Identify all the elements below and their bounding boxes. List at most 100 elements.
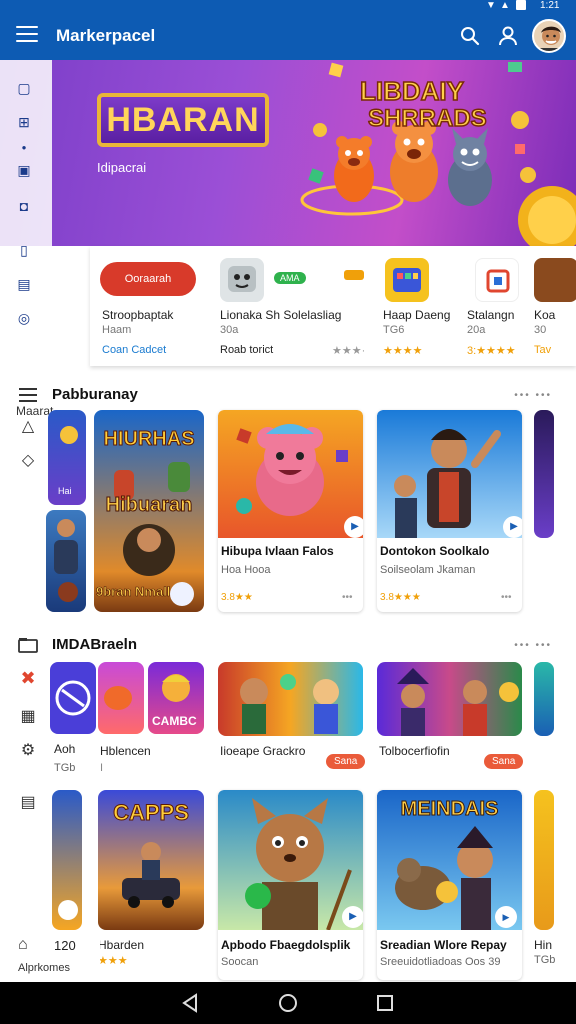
install-button[interactable]: Sana [484, 754, 524, 769]
featured-card[interactable]: AMA Lionaka Sh Solelasliag 30a Roab tori… [220, 246, 370, 366]
item-title: Hbarden [98, 938, 145, 952]
account-icon[interactable] [496, 24, 520, 48]
rail-count: 120 [54, 938, 76, 953]
rail-bottom-label[interactable]: Alprkomes [18, 962, 70, 974]
featured-meta: Tav [534, 344, 552, 356]
rail-apps-icon[interactable]: ⊞ [14, 112, 34, 132]
featured-rating: 3:★★★★ [467, 345, 516, 357]
featured-card[interactable]: Stalangn 20a 3:★★★★ [467, 246, 537, 366]
game-tile[interactable] [52, 790, 82, 930]
rail-settings-icon[interactable]: ◎ [14, 308, 34, 328]
featured-card[interactable]: Haap Daeng TG6 ★★★★ [383, 246, 459, 366]
game-tile[interactable] [534, 662, 554, 736]
list-icon[interactable] [18, 386, 38, 404]
game-tile[interactable] [50, 662, 96, 734]
svg-text:SHRRADS: SHRRADS [368, 105, 487, 132]
document-icon[interactable]: ▤ [18, 792, 38, 812]
menu-icon[interactable] [16, 26, 38, 44]
card-subtitle: Soocan [221, 956, 259, 968]
game-poster[interactable]: CAPPS [98, 790, 204, 930]
tile-label: Hai [58, 486, 72, 496]
featured-title: Haap Daeng [383, 308, 451, 322]
banner-logo: HBARAN [97, 93, 269, 147]
featured-sub: 30a [220, 324, 239, 336]
game-tile[interactable] [534, 410, 554, 538]
item-mark: I [100, 762, 104, 774]
game-card[interactable]: ▶ Dontokon Soolkalo Soilseolam Jkaman 3.… [377, 410, 522, 612]
play-icon[interactable]: ▶ [503, 516, 522, 538]
section-header: IMDABraeln ••• ••• [0, 630, 576, 660]
game-tile[interactable]: Hai [48, 410, 86, 505]
tools-icon[interactable]: ✖ [16, 668, 40, 690]
featured-link[interactable]: Coan Cadcet [102, 344, 166, 356]
game-tile[interactable] [377, 662, 522, 736]
rail-wallet-icon[interactable]: ▤ [14, 274, 34, 294]
card-subtitle: Hoa Hooa [221, 564, 271, 576]
calendar-icon[interactable]: ▦ [18, 706, 38, 726]
featured-app-icon [475, 258, 519, 302]
game-card[interactable]: MEINDAIS ▶ Sreadian Wlore Repay Sreeuido… [377, 790, 522, 980]
featured-strip: Ooraarah Stroopbaptak Haam Coan Cadcet A… [90, 246, 576, 366]
featured-badge: AMA [274, 272, 306, 284]
featured-meta: Roab torict [220, 344, 274, 356]
featured-chip [344, 270, 364, 280]
home-icon[interactable]: ⌂ [18, 936, 38, 956]
more-icon[interactable]: ••• ••• [514, 640, 552, 651]
featured-card[interactable]: Ooraarah Stroopbaptak Haam Coan Cadcet [100, 246, 210, 366]
status-bar: ▼ ▲ 1:21 [0, 0, 576, 12]
tile-label: CAMBC [152, 714, 197, 728]
game-tile[interactable] [46, 510, 86, 612]
game-tile[interactable] [218, 662, 363, 736]
game-card[interactable]: ▶ Hibupa Ivlaan Falos Hoa Hooa 3.8★★ ••• [218, 410, 363, 612]
shapes-icon[interactable]: △ [18, 416, 38, 436]
rail-home-icon[interactable]: ▢ [14, 78, 34, 98]
more-dots-icon[interactable]: ••• [501, 592, 512, 603]
card-subtitle: Soilseolam Jkaman [380, 564, 476, 576]
featured-rating: ★★★★ [383, 345, 423, 357]
card-subtitle: Sreeuidotliadoas Oos 39 [380, 956, 501, 968]
featured-title: Lionaka Sh Solelasliag [220, 308, 342, 322]
search-icon[interactable] [458, 24, 482, 48]
home-nav-icon[interactable] [277, 992, 299, 1014]
install-button[interactable]: Sana [326, 754, 366, 769]
play-icon[interactable]: ▶ [344, 516, 363, 538]
banner-art: LIBDAIY SHRRADS [300, 62, 576, 246]
featured-rating: ★★★· [332, 345, 366, 357]
more-dots-icon[interactable]: ••• [342, 592, 353, 603]
app-bar: Markerpacel [0, 12, 576, 60]
profile-avatar[interactable] [532, 19, 566, 53]
featured-title: Koa [534, 308, 556, 322]
back-icon[interactable] [180, 992, 202, 1014]
item-title: Hin [534, 938, 553, 952]
item-title: Tolbocerfiofin [379, 744, 450, 758]
hero-banner[interactable]: HBARAN Idipacrai LIBDAIY SHRRADS [0, 60, 576, 246]
featured-logo: Ooraarah [100, 262, 196, 296]
gear-icon[interactable]: ⚙ [18, 740, 38, 760]
game-tile[interactable] [534, 790, 554, 930]
featured-sub: Haam [102, 324, 132, 336]
svg-text:LIBDAIY: LIBDAIY [360, 76, 464, 106]
poster-caption: 9bran Nmall [96, 584, 171, 600]
play-icon[interactable]: ▶ [342, 906, 363, 928]
folder-icon[interactable] [18, 636, 38, 654]
poster-subtitle: Hibuaran [105, 494, 193, 517]
game-tile[interactable]: CAMBC [148, 662, 204, 734]
rail-library-icon[interactable]: ▣ [14, 160, 34, 180]
game-poster[interactable]: HIURHAS Hibuaran 9bran Nmall [94, 410, 204, 612]
featured-app-icon [534, 258, 576, 302]
rail-games-icon[interactable]: ◘ [14, 196, 34, 216]
target-icon[interactable]: ◇ [18, 450, 38, 470]
more-icon[interactable]: ••• ••• [514, 390, 552, 401]
play-icon[interactable]: ▶ [495, 906, 517, 928]
rail-bookmark-icon[interactable]: ▯ [14, 240, 34, 260]
recents-icon[interactable] [374, 992, 396, 1014]
card-art-title: MEINDAIS [400, 798, 499, 821]
game-card[interactable]: ▶ Apbodo Fbaegdolsplik Soocan [218, 790, 363, 980]
battery-icon [516, 0, 526, 10]
side-label: Aoh [54, 742, 76, 756]
signal-icon: ▲ [500, 0, 510, 11]
featured-card[interactable]: Koa 30 Tav [534, 246, 576, 366]
section-title: IMDABraeln [52, 636, 138, 653]
card-title: Dontokon Soolkalo [380, 544, 490, 558]
game-tile[interactable] [98, 662, 144, 734]
